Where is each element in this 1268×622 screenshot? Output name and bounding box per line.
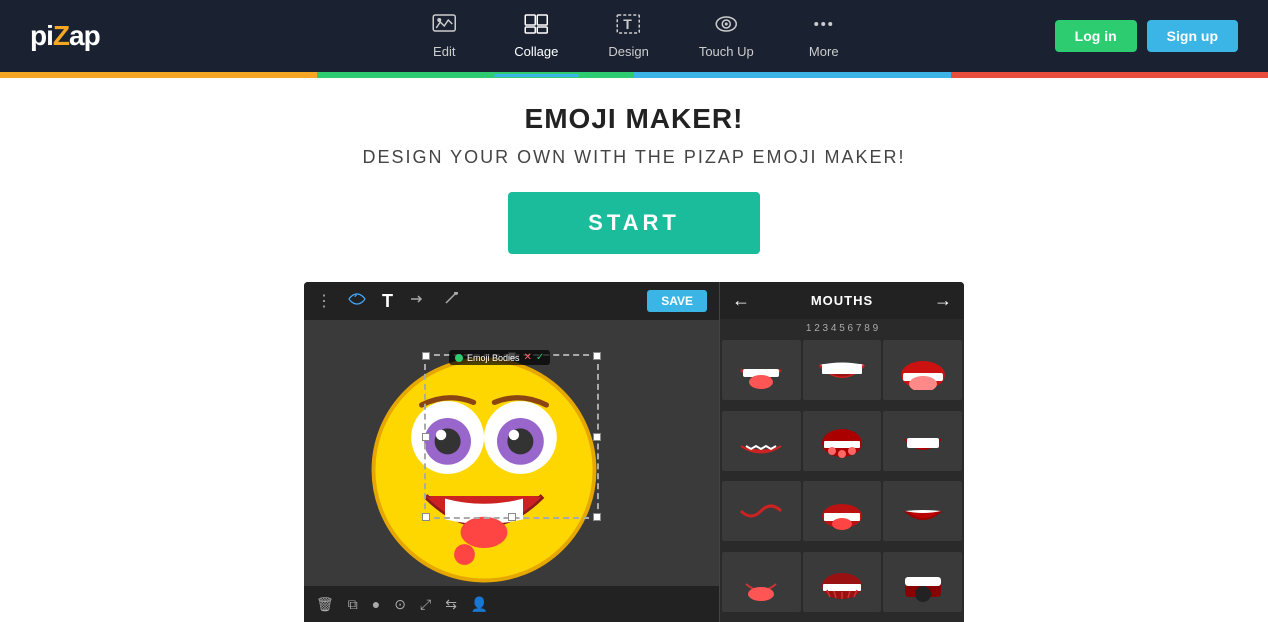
more-options-icon[interactable]: ⋮ <box>316 291 332 311</box>
page-title: EMOJI MAKER! <box>525 103 744 135</box>
mouth-7[interactable] <box>722 481 801 541</box>
handle-mr[interactable] <box>593 433 601 441</box>
mouth-12[interactable] <box>883 552 962 612</box>
color-bar <box>0 72 1268 78</box>
panel-next-button[interactable]: → <box>934 290 952 311</box>
auth-buttons: Log in Sign up <box>1055 20 1238 52</box>
collage-icon <box>524 14 548 40</box>
mockup-bottom-bar: 🗑 ⧉ ● ⊙ ⤢ ⇆ 👤 <box>304 586 719 622</box>
mouth-11[interactable] <box>803 552 882 612</box>
emoji-bodies-label: Emoji Bodies ✕ ✓ <box>449 350 550 365</box>
logo-area: piZap <box>30 20 100 52</box>
mouth-4[interactable] <box>722 411 801 471</box>
logo-z: Z <box>53 20 69 51</box>
touch-up-label: Touch Up <box>699 44 754 59</box>
transform-icon[interactable]: ⤢ <box>420 596 431 613</box>
mockup-toolbar: ⋮ T <box>304 282 719 320</box>
canvas-area: ⋮ T <box>304 282 719 622</box>
layers-icon[interactable]: ⊙ <box>394 596 406 613</box>
signup-button[interactable]: Sign up <box>1147 20 1238 52</box>
nav-collage[interactable]: Collage <box>494 4 578 69</box>
color-bar-orange <box>0 72 317 78</box>
header: piZap Edit Collage <box>0 0 1268 72</box>
start-button[interactable]: START <box>508 192 760 254</box>
mouth-grid <box>720 338 964 622</box>
handle-ml[interactable] <box>422 433 430 441</box>
mouth-1[interactable] <box>722 340 801 400</box>
panel-title: MOUTHS <box>758 293 926 308</box>
color-bar-blue <box>634 72 951 78</box>
flip-icon[interactable]: ⇆ <box>445 596 457 613</box>
app-mockup: ⋮ T <box>304 282 964 622</box>
color-bar-green <box>317 72 634 78</box>
mouth-5[interactable] <box>803 411 882 471</box>
handle-br[interactable] <box>593 513 601 521</box>
nav-edit[interactable]: Edit <box>404 4 484 69</box>
wand-icon[interactable] <box>443 292 461 311</box>
mask-icon[interactable] <box>348 292 366 311</box>
mouth-3[interactable] <box>883 340 962 400</box>
page-subtitle: DESIGN YOUR OWN WITH THE PIZAP EMOJI MAK… <box>362 147 905 168</box>
mouth-6[interactable] <box>883 411 962 471</box>
emoji-bodies-text: Emoji Bodies <box>467 353 520 363</box>
more-icon <box>812 14 836 40</box>
login-button[interactable]: Log in <box>1055 20 1137 52</box>
copy-icon[interactable]: ⧉ <box>348 596 358 613</box>
save-button[interactable]: SAVE <box>647 290 707 312</box>
panel-back-button[interactable]: ← <box>732 290 750 311</box>
nav-more[interactable]: More <box>784 4 864 69</box>
main-nav: Edit Collage T Design <box>404 4 863 69</box>
text-icon[interactable]: T <box>382 291 393 312</box>
right-panel: ← MOUTHS → 1 2 3 4 5 6 7 8 9 <box>719 282 964 622</box>
design-label: Design <box>608 44 648 59</box>
handle-bc[interactable] <box>508 513 516 521</box>
handle-tr[interactable] <box>593 352 601 360</box>
handle-tl[interactable] <box>422 352 430 360</box>
panel-header: ← MOUTHS → <box>720 282 964 319</box>
mouth-8[interactable] <box>803 481 882 541</box>
nav-touch-up[interactable]: Touch Up <box>679 4 774 69</box>
circle-icon[interactable]: ● <box>372 596 380 612</box>
close-label-button[interactable]: ✕ <box>524 352 532 363</box>
svg-text:T: T <box>624 16 633 32</box>
mouth-2[interactable] <box>803 340 882 400</box>
design-icon: T <box>617 14 641 40</box>
arrow-icon[interactable] <box>409 292 427 311</box>
logo[interactable]: piZap <box>30 20 100 52</box>
more-label: More <box>809 44 839 59</box>
main-content: EMOJI MAKER! DESIGN YOUR OWN WITH THE PI… <box>0 78 1268 622</box>
handle-bl[interactable] <box>422 513 430 521</box>
mouth-10[interactable] <box>722 552 801 612</box>
green-dot <box>455 354 463 362</box>
panel-pages: 1 2 3 4 5 6 7 8 9 <box>720 319 964 338</box>
trash-icon[interactable]: 🗑 <box>316 596 334 613</box>
person-icon[interactable]: 👤 <box>471 596 488 613</box>
confirm-label-button[interactable]: ✓ <box>536 352 544 363</box>
collage-label: Collage <box>514 44 558 59</box>
edit-icon <box>432 14 456 40</box>
nav-design[interactable]: T Design <box>588 4 668 69</box>
edit-label: Edit <box>433 44 455 59</box>
touch-up-icon <box>712 14 740 40</box>
color-bar-red <box>951 72 1268 78</box>
selection-box <box>424 354 599 519</box>
mouth-9[interactable] <box>883 481 962 541</box>
